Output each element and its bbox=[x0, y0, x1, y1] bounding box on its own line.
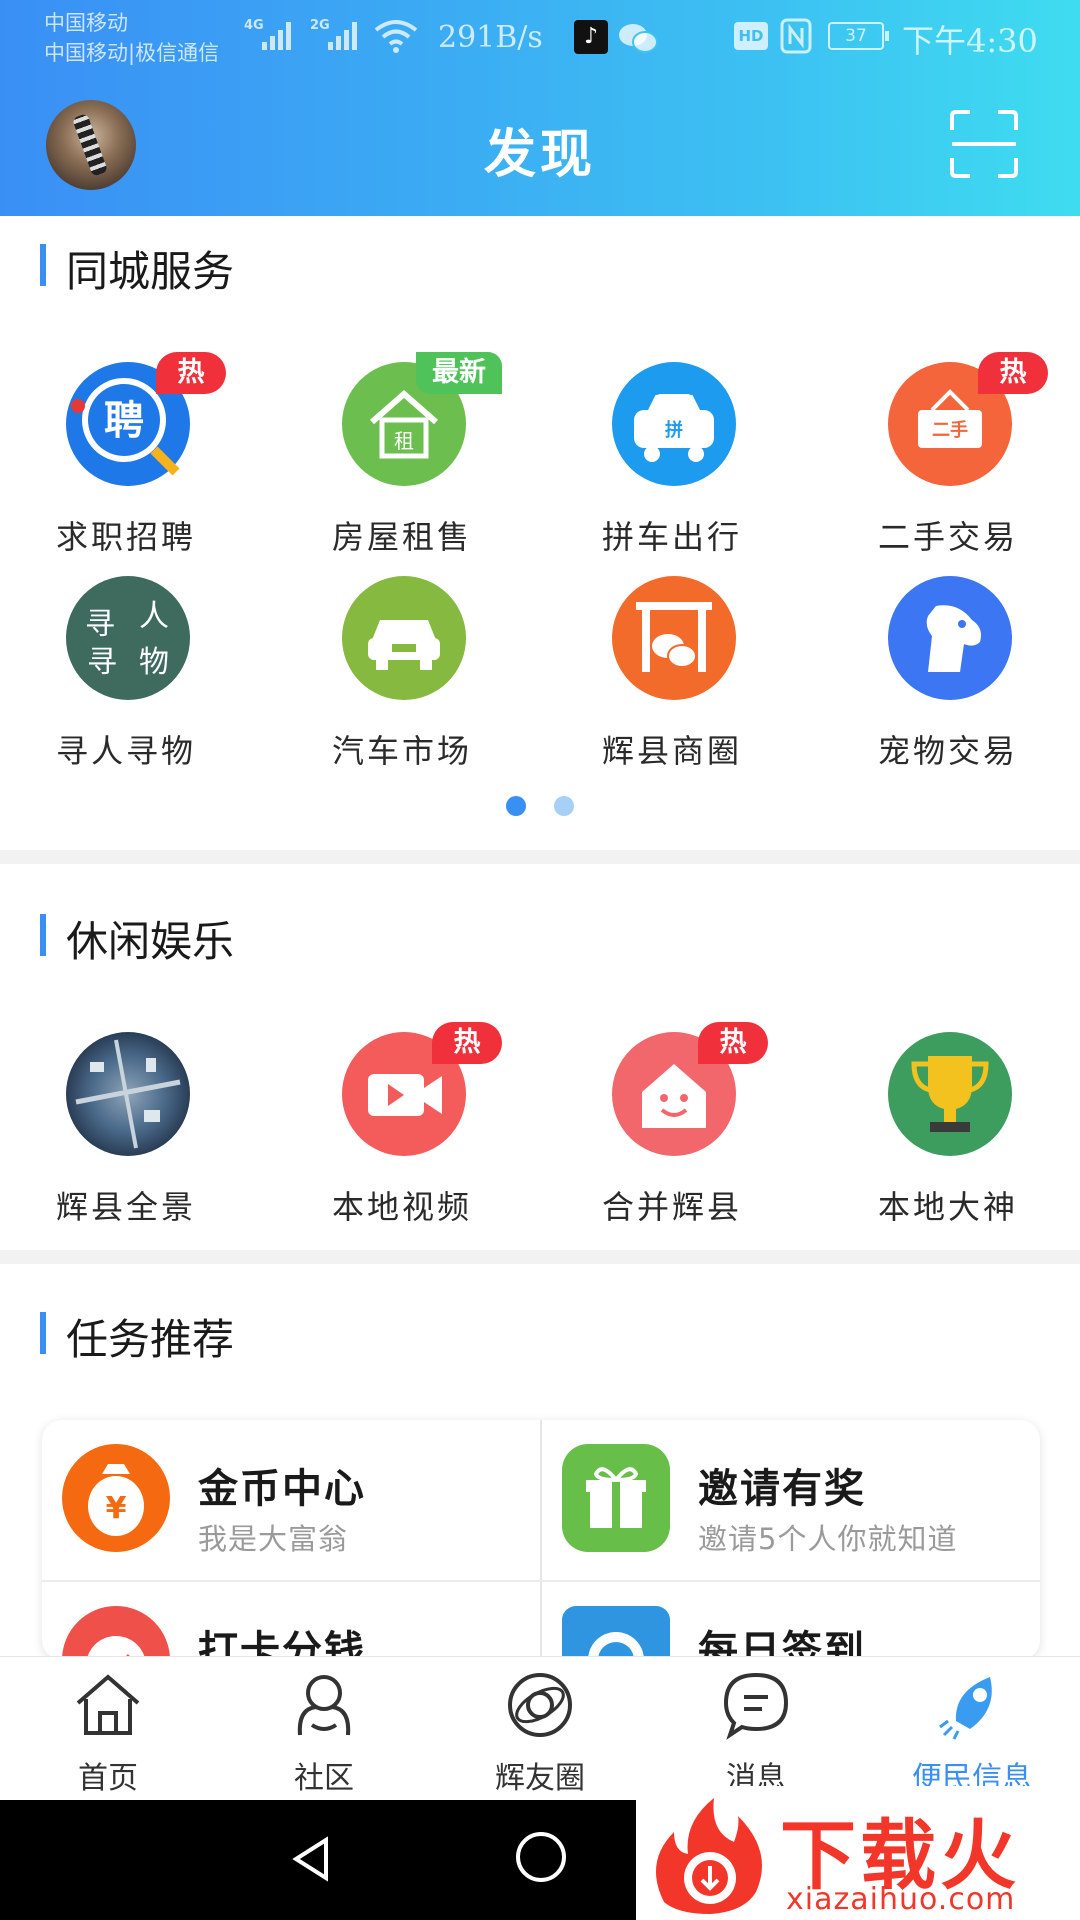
app-header: 中国移动 中国移动|极信通信 4G 2G 291B/s ♪ HD 37 下午4:… bbox=[0, 0, 1080, 216]
watermark-url: xiazaihuo.com bbox=[786, 1882, 1016, 1917]
svg-text:寻: 寻 bbox=[85, 607, 115, 642]
battery-indicator: 37 bbox=[828, 22, 889, 50]
section-title: 同城服务 bbox=[66, 247, 235, 296]
tile-label: 辉县全景 bbox=[55, 1188, 196, 1226]
rocket-icon bbox=[939, 1677, 992, 1740]
section-marker bbox=[40, 914, 46, 956]
home-circle-icon[interactable] bbox=[516, 1832, 566, 1882]
task-daily-sign[interactable]: 每日签到 bbox=[542, 1582, 1040, 1660]
task-grid: ¥ 金币中心 我是大富翁 邀请有奖 邀请5个人你就知道 打卡分钱 每日签到 bbox=[42, 1420, 1040, 1660]
new-badge: 最新 bbox=[416, 352, 502, 394]
tab-convenience-info[interactable]: 便民信息 bbox=[864, 1657, 1080, 1801]
tile-label: 本地视频 bbox=[331, 1188, 472, 1226]
hd-icon: HD bbox=[734, 22, 768, 50]
task-invite[interactable]: 邀请有奖 邀请5个人你就知道 bbox=[542, 1420, 1040, 1580]
leisure-section: 休闲娱乐 辉县全景 热 本地视频 热 合并辉县 本地大神 bbox=[0, 864, 1080, 1248]
tab-label: 社区 bbox=[294, 1761, 354, 1796]
wifi-icon bbox=[374, 20, 418, 53]
section-title: 任务推荐 bbox=[66, 1315, 235, 1364]
task-subtitle: 邀请5个人你就知道 bbox=[698, 1522, 958, 1556]
svg-text:二手: 二手 bbox=[932, 419, 968, 441]
task-name: 打卡分钱 bbox=[198, 1628, 366, 1660]
tile-label: 求职招聘 bbox=[55, 518, 196, 556]
hot-badge: 热 bbox=[156, 352, 226, 394]
tab-home[interactable]: 首页 bbox=[0, 1657, 216, 1801]
task-name: 每日签到 bbox=[698, 1628, 866, 1660]
tile-label: 辉县商圈 bbox=[601, 732, 742, 770]
bottom-tab-bar: 首页 社区 辉友圈 消息 便民信息 bbox=[0, 1656, 1080, 1800]
svg-text:物: 物 bbox=[139, 645, 169, 680]
signal-icon bbox=[262, 20, 296, 50]
coin-bag-icon: ¥ bbox=[62, 1444, 170, 1552]
gift-icon bbox=[562, 1444, 670, 1552]
community-icon bbox=[297, 1675, 351, 1736]
lost-found-icon: 寻人寻物 bbox=[66, 576, 190, 700]
trophy-icon bbox=[888, 1032, 1012, 1156]
back-icon[interactable] bbox=[286, 1834, 336, 1884]
svg-text:聘: 聘 bbox=[104, 398, 144, 444]
network-type-2: 2G bbox=[310, 18, 330, 33]
carrier-1: 中国移动 bbox=[44, 11, 128, 35]
city-service-section: 同城服务 聘 热 求职招聘 租 最新 房屋租售 拼 拼车出行 二手 热 二手交易… bbox=[0, 216, 1080, 846]
planet-icon bbox=[508, 1673, 572, 1737]
tile-label: 寻人寻物 bbox=[55, 732, 196, 770]
car-market-icon bbox=[342, 576, 466, 700]
tile-label: 房屋租售 bbox=[331, 518, 472, 556]
page-dot[interactable] bbox=[554, 796, 574, 816]
task-name: 邀请有奖 bbox=[698, 1466, 866, 1512]
nfc-icon bbox=[780, 18, 812, 54]
panorama-icon bbox=[66, 1032, 190, 1156]
tile-label: 宠物交易 bbox=[877, 732, 1018, 770]
network-type-1: 4G bbox=[244, 18, 264, 33]
section-title: 休闲娱乐 bbox=[66, 917, 235, 966]
carpool-icon: 拼 bbox=[612, 362, 736, 486]
section-divider bbox=[0, 850, 1080, 864]
task-name: 金币中心 bbox=[198, 1466, 366, 1512]
status-bar: 中国移动 中国移动|极信通信 4G 2G 291B/s ♪ HD 37 下午4:… bbox=[0, 0, 1080, 80]
tile-label: 合并辉县 bbox=[601, 1188, 742, 1226]
tile-label: 二手交易 bbox=[877, 518, 1018, 556]
task-coin-center[interactable]: ¥ 金币中心 我是大富翁 bbox=[42, 1420, 540, 1580]
section-divider bbox=[0, 1250, 1080, 1264]
hot-badge: 热 bbox=[698, 1022, 768, 1064]
hot-badge: 热 bbox=[978, 352, 1048, 394]
page-dot-active[interactable] bbox=[506, 796, 526, 816]
checkin-clock-icon bbox=[62, 1606, 170, 1660]
svg-text:¥: ¥ bbox=[106, 1491, 127, 1526]
tab-messages[interactable]: 消息 bbox=[648, 1657, 864, 1801]
section-marker bbox=[40, 1312, 46, 1354]
tab-community[interactable]: 社区 bbox=[216, 1657, 432, 1801]
scan-icon[interactable] bbox=[948, 108, 1020, 180]
page-title: 发现 bbox=[483, 125, 596, 185]
svg-text:人: 人 bbox=[139, 599, 169, 634]
business-circle-icon bbox=[612, 576, 736, 700]
tile-label: 拼车出行 bbox=[601, 518, 742, 556]
sign-in-icon bbox=[562, 1606, 670, 1660]
page-indicator bbox=[0, 796, 1080, 816]
net-speed: 291B/s bbox=[438, 20, 543, 55]
svg-text:租: 租 bbox=[394, 429, 414, 453]
signal-icon-2 bbox=[328, 20, 362, 50]
tab-label: 首页 bbox=[78, 1761, 138, 1796]
task-checkin[interactable]: 打卡分钱 bbox=[42, 1582, 540, 1660]
task-subtitle: 我是大富翁 bbox=[198, 1522, 349, 1556]
watermark: 下载火 xiazaihuo.com bbox=[636, 1786, 1080, 1920]
svg-text:拼: 拼 bbox=[665, 419, 683, 441]
carrier-2: 中国移动|极信通信 bbox=[44, 41, 220, 65]
tiktok-icon: ♪ bbox=[574, 20, 608, 54]
clock: 下午4:30 bbox=[902, 22, 1038, 60]
tab-label: 辉友圈 bbox=[495, 1761, 585, 1796]
message-icon bbox=[723, 1672, 789, 1740]
section-marker bbox=[40, 244, 46, 286]
pet-icon bbox=[888, 576, 1012, 700]
flame-logo-icon bbox=[656, 1798, 762, 1914]
home-icon bbox=[76, 1674, 140, 1735]
tile-label: 本地大神 bbox=[877, 1188, 1018, 1226]
svg-text:寻: 寻 bbox=[87, 645, 117, 680]
carrier-info: 中国移动 中国移动|极信通信 bbox=[44, 8, 219, 68]
tab-friends-circle[interactable]: 辉友圈 bbox=[432, 1657, 648, 1801]
wechat-icon bbox=[619, 24, 658, 53]
tile-label: 汽车市场 bbox=[331, 732, 472, 770]
hot-badge: 热 bbox=[432, 1022, 502, 1064]
